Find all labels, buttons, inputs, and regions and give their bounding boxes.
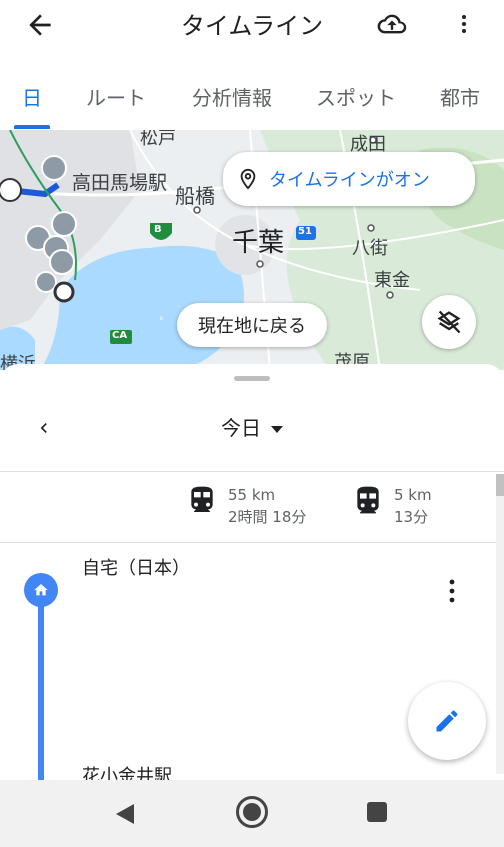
tab-bar: 日 ルート 分析情報 スポット 都市 [0, 58, 504, 130]
layers-off-icon [437, 310, 461, 334]
dropdown-arrow-icon [271, 426, 283, 433]
tab-insights[interactable]: 分析情報 [192, 82, 272, 111]
subway-distance: 5 km [394, 486, 432, 504]
home-marker [24, 573, 58, 607]
edit-button[interactable] [408, 682, 486, 760]
train-summary: 55 km 2時間 18分 [186, 484, 306, 528]
map-view[interactable]: B 松戸 高田馬場駅 船橋 成田 千葉 八街 東金 茂原 横浜 B 51 CA … [0, 130, 504, 370]
more-vert-icon[interactable] [446, 578, 458, 604]
subway-icon [357, 486, 379, 514]
tab-day[interactable]: 日 [22, 82, 42, 111]
timeline-status-label: タイムラインがオン [269, 170, 430, 191]
map-label-yachimata: 八街 [352, 238, 388, 259]
page-title: タイムライン [180, 12, 324, 40]
map-label-chiba: 千葉 [232, 228, 285, 258]
map-badge-51: 51 [298, 226, 312, 237]
tab-places[interactable]: スポット [316, 82, 396, 111]
map-badge-b: B [154, 224, 162, 235]
place-home[interactable]: 自宅（日本） [82, 554, 190, 580]
home-icon [34, 584, 48, 596]
edit-pencil-icon [436, 710, 458, 732]
home-circle-icon [243, 803, 261, 821]
train-duration: 2時間 18分 [228, 508, 307, 526]
map-label-matsudo: 松戸 [140, 130, 176, 149]
system-nav-bar [0, 780, 504, 847]
train-distance: 55 km [228, 486, 276, 504]
tab-cities[interactable]: 都市 [440, 82, 480, 111]
drag-handle[interactable] [234, 376, 270, 381]
recenter-button[interactable]: 現在地に戻る [177, 303, 327, 347]
subway-summary: 5 km 13分 [352, 484, 432, 528]
train-icon [191, 486, 213, 512]
nav-recents-button[interactable] [367, 802, 387, 822]
map-badge-b: B [160, 316, 163, 321]
date-label: 今日 [221, 416, 261, 440]
date-selector[interactable]: 今日 [0, 412, 504, 441]
more-vert-icon[interactable] [452, 10, 476, 38]
scrollbar-track[interactable] [496, 474, 504, 774]
map-label-funabashi: 船橋 [175, 184, 215, 208]
cloud-upload-icon[interactable] [376, 10, 408, 38]
tab-routes[interactable]: ルート [86, 82, 146, 111]
layers-off-button[interactable] [422, 295, 476, 349]
app-bar: タイムライン [0, 0, 504, 46]
nav-home-button[interactable] [236, 796, 268, 828]
location-pin-icon [240, 168, 256, 190]
timeline-track [38, 604, 44, 794]
timeline-status-chip[interactable]: タイムラインがオン [223, 152, 475, 206]
divider [0, 471, 504, 472]
map-label-togane: 東金 [374, 270, 410, 291]
nav-back-icon[interactable] [114, 802, 136, 826]
map-label-takadanobaba: 高田馬場駅 [72, 172, 168, 194]
subway-duration: 13分 [394, 508, 429, 526]
timeline-sheet: 今日 55 km 2時間 18分 5 km 13分 自宅（日本） 花小金井駅 [0, 364, 504, 794]
divider [0, 542, 504, 543]
active-tab-indicator [14, 125, 50, 129]
map-badge-ca: CA [112, 330, 128, 341]
scrollbar-thumb[interactable] [496, 474, 504, 496]
